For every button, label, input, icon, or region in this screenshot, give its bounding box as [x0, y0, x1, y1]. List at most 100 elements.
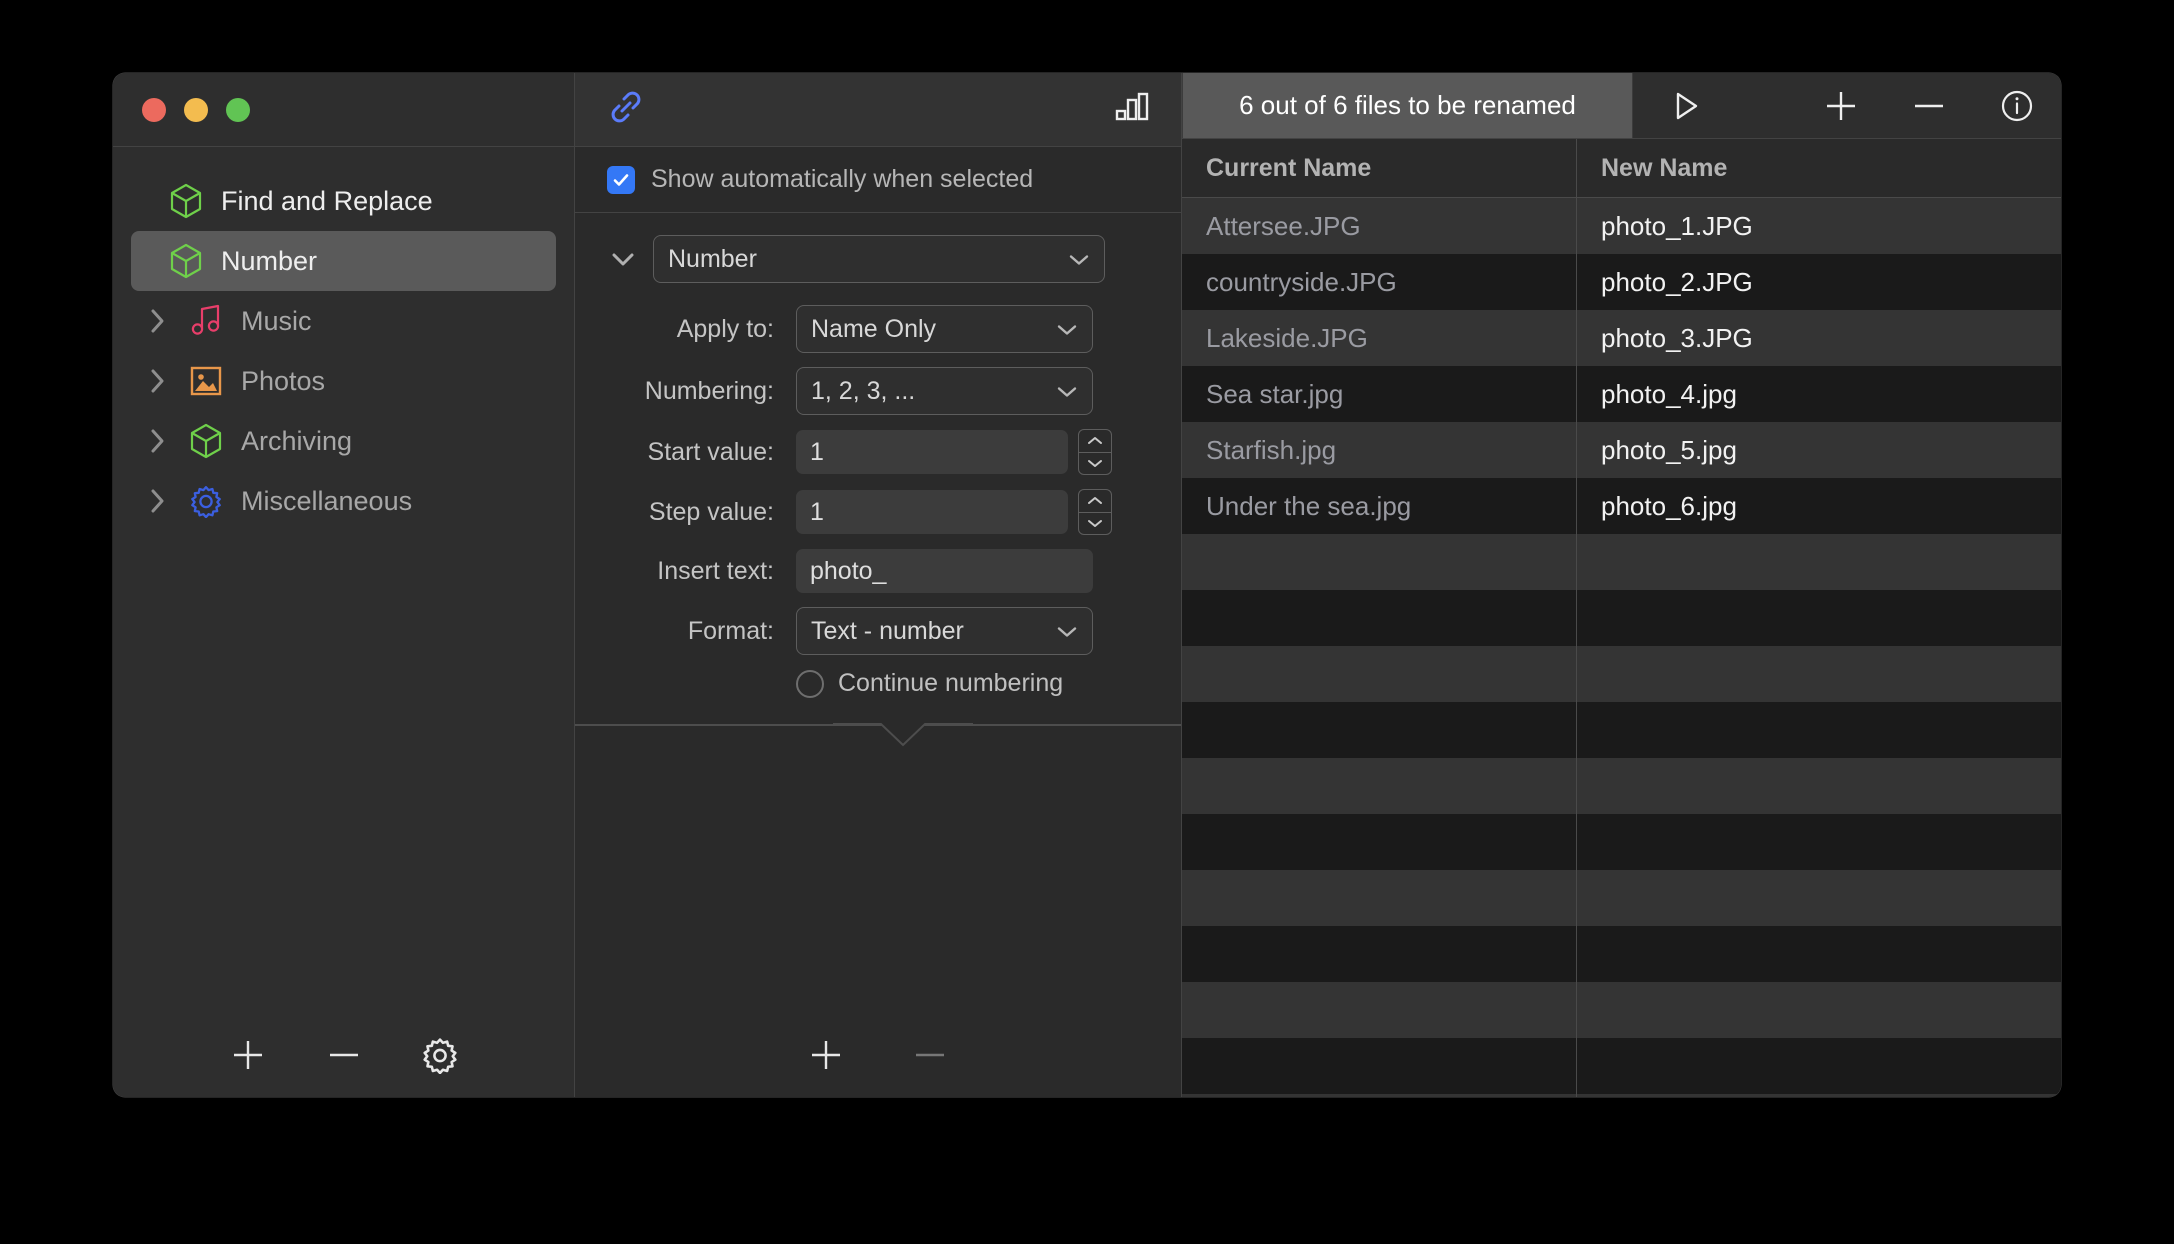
- chevron-down-icon: [1056, 617, 1078, 646]
- cell-new-name: photo_5.jpg: [1601, 434, 1737, 465]
- table-row[interactable]: [1182, 534, 2061, 591]
- field-label: Numbering:: [644, 376, 774, 405]
- sidebar-item-label: Miscellaneous: [241, 485, 413, 516]
- zoom-button[interactable]: [226, 97, 250, 122]
- show-automatically-row[interactable]: Show automatically when selected: [575, 147, 1181, 213]
- sidebar-item-photos[interactable]: Photos: [131, 351, 556, 411]
- field-row-format: Format: Text - number: [575, 607, 1181, 655]
- sidebar-item-label: Photos: [241, 365, 326, 396]
- table-row[interactable]: [1182, 814, 2061, 871]
- cell-new-name: photo_2.JPG: [1601, 266, 1753, 297]
- table-row[interactable]: [1182, 982, 2061, 1039]
- minimize-button[interactable]: [184, 97, 208, 122]
- cell-new-name: [1577, 870, 2061, 926]
- continue-numbering-label: Continue numbering: [838, 669, 1064, 697]
- remove-files-button[interactable]: [1885, 73, 1973, 138]
- cube-icon: [183, 423, 229, 459]
- table-row[interactable]: countryside.JPG photo_2.JPG: [1182, 254, 2061, 311]
- numbering-select[interactable]: 1, 2, 3, ...: [796, 367, 1093, 415]
- app-window: Find and Replace Number Music Photos Arc…: [113, 73, 2061, 1097]
- table-row[interactable]: Lakeside.JPG photo_3.JPG: [1182, 310, 2061, 367]
- table-row[interactable]: Starfish.jpg photo_5.jpg: [1182, 422, 2061, 479]
- sidebar-list: Find and Replace Number Music Photos Arc…: [113, 147, 574, 1013]
- bar-chart-icon[interactable]: [1111, 86, 1153, 133]
- table-row[interactable]: [1182, 702, 2061, 759]
- sidebar-item-label: Archiving: [241, 425, 353, 456]
- link-icon[interactable]: [605, 86, 647, 133]
- field-row-step-value: Step value: 1: [575, 489, 1181, 535]
- info-button[interactable]: [1973, 73, 2061, 138]
- action-header: Number: [575, 213, 1181, 283]
- cube-icon: [163, 243, 209, 279]
- stepper-down-icon[interactable]: [1079, 451, 1111, 475]
- table-row[interactable]: [1182, 870, 2061, 927]
- start-value-input[interactable]: 1: [796, 430, 1068, 474]
- continue-numbering-checkbox[interactable]: [796, 669, 824, 698]
- table-row[interactable]: Under the sea.jpg photo_6.jpg: [1182, 478, 2061, 535]
- cube-icon: [163, 183, 209, 219]
- close-button[interactable]: [142, 97, 166, 122]
- chevron-down-icon: [1068, 245, 1090, 274]
- show-automatically-checkbox[interactable]: [607, 165, 635, 194]
- run-rename-button[interactable]: [1633, 73, 1737, 138]
- stepper-down-icon[interactable]: [1079, 511, 1111, 535]
- chevron-right-icon[interactable]: [149, 427, 183, 455]
- cell-new-name: [1577, 534, 2061, 590]
- sidebar-item-find-and-replace[interactable]: Find and Replace: [131, 171, 556, 231]
- insert-text-input[interactable]: photo_: [796, 549, 1093, 593]
- sidebar-item-number[interactable]: Number: [131, 231, 556, 291]
- cell-current-name: countryside.JPG: [1182, 254, 1577, 311]
- apply-to-select[interactable]: Name Only: [796, 305, 1093, 353]
- sidebar-item-music[interactable]: Music: [131, 291, 556, 351]
- music-note-icon: [183, 303, 229, 339]
- preset-settings-gear-icon[interactable]: [418, 1033, 462, 1077]
- add-preset-button[interactable]: [226, 1033, 270, 1077]
- column-header-new-name[interactable]: New Name: [1577, 139, 2061, 197]
- action-form: Number Apply to: Name Only Numbering: 1,…: [575, 213, 1181, 747]
- continue-numbering-row[interactable]: Continue numbering: [575, 669, 1181, 698]
- cell-current-name: [1182, 1094, 1577, 1097]
- chevron-right-icon[interactable]: [149, 307, 183, 335]
- actions-toolbar: [575, 73, 1181, 147]
- sidebar-item-miscellaneous[interactable]: Miscellaneous: [131, 471, 556, 531]
- cell-current-name: Under the sea.jpg: [1182, 478, 1577, 535]
- cell-new-name: photo_3.JPG: [1601, 322, 1753, 353]
- step-value-stepper[interactable]: [1078, 489, 1112, 535]
- table-row[interactable]: [1182, 1038, 2061, 1095]
- actions-panel: Show automatically when selected Number …: [575, 73, 1182, 1097]
- remove-preset-button[interactable]: [322, 1033, 366, 1077]
- show-automatically-label: Show automatically when selected: [651, 165, 1034, 193]
- chevron-right-icon[interactable]: [149, 487, 183, 515]
- table-row[interactable]: [1182, 646, 2061, 703]
- field-label: Start value:: [647, 437, 774, 466]
- step-value-text: 1: [810, 497, 824, 526]
- table-row[interactable]: [1182, 590, 2061, 647]
- chevron-down-icon[interactable]: [609, 249, 637, 269]
- sidebar-item-archiving[interactable]: Archiving: [131, 411, 556, 471]
- table-row[interactable]: Attersee.JPG photo_1.JPG: [1182, 198, 2061, 255]
- add-action-button[interactable]: [804, 1033, 848, 1077]
- step-value-input[interactable]: 1: [796, 490, 1068, 534]
- table-row[interactable]: [1182, 926, 2061, 983]
- table-row[interactable]: [1182, 758, 2061, 815]
- field-row-start-value: Start value: 1: [575, 429, 1181, 475]
- actions-footer-toolbar: [575, 1013, 1181, 1097]
- stepper-up-icon[interactable]: [1079, 490, 1111, 512]
- action-type-select[interactable]: Number: [653, 235, 1105, 283]
- sidebar: Find and Replace Number Music Photos Arc…: [113, 73, 575, 1097]
- action-separator: [575, 723, 1181, 747]
- add-files-button[interactable]: [1797, 73, 1885, 138]
- files-toolbar: 6 out of 6 files to be renamed: [1182, 73, 2061, 140]
- stepper-up-icon[interactable]: [1079, 430, 1111, 452]
- start-value-stepper[interactable]: [1078, 429, 1112, 475]
- sidebar-footer-toolbar: [113, 1013, 574, 1097]
- files-table-header: Current Name New Name: [1182, 139, 2061, 199]
- cell-new-name: [1577, 814, 2061, 870]
- chevron-right-icon[interactable]: [149, 367, 183, 395]
- cell-current-name: [1182, 590, 1577, 647]
- remove-action-button[interactable]: [908, 1033, 952, 1077]
- format-select[interactable]: Text - number: [796, 607, 1093, 655]
- table-row[interactable]: [1182, 1094, 2061, 1097]
- table-row[interactable]: Sea star.jpg photo_4.jpg: [1182, 366, 2061, 423]
- column-header-current-name[interactable]: Current Name: [1182, 139, 1577, 198]
